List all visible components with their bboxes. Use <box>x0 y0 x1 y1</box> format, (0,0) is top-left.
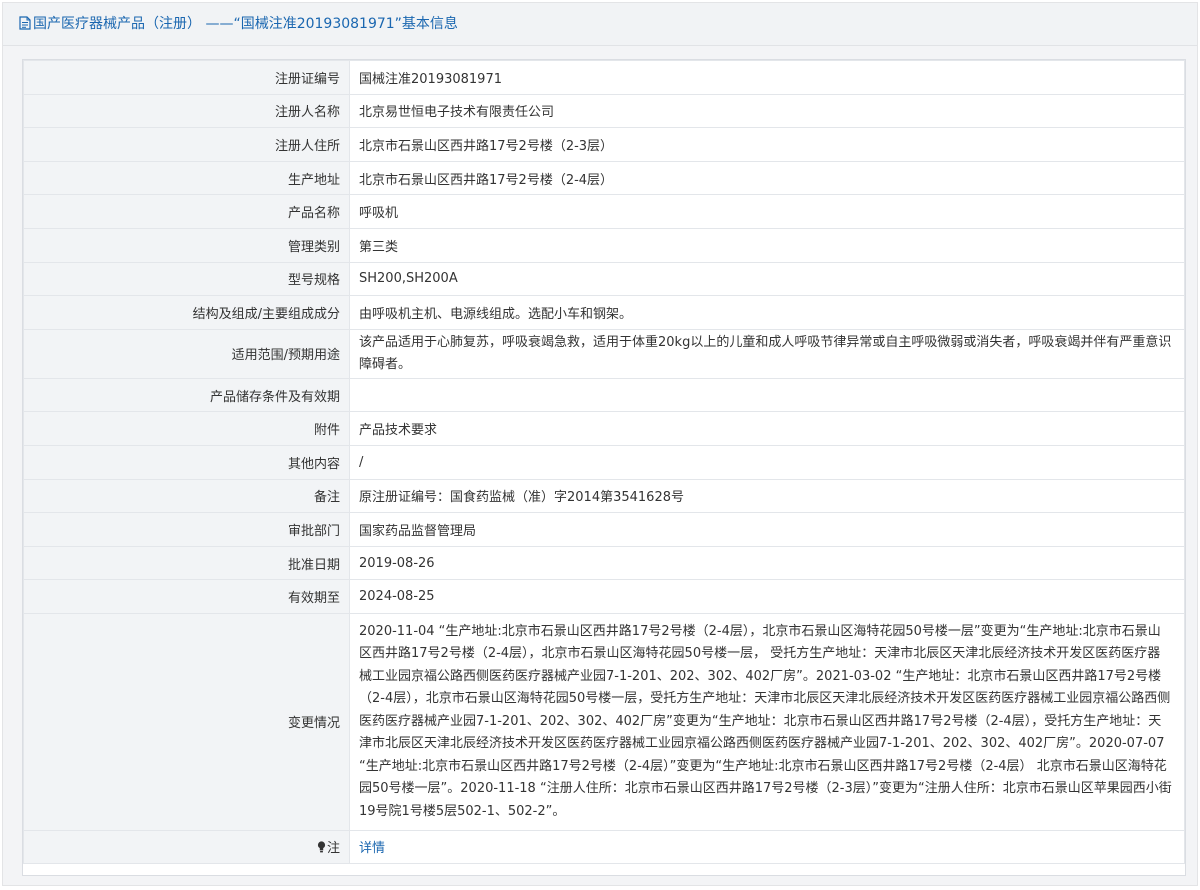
page-title: 国产医疗器械产品（注册） ——“国械注准20193081971”基本信息 <box>33 16 458 32</box>
field-label: 审批部门 <box>23 512 350 547</box>
field-value: 国家药品监督管理局 <box>349 512 1185 547</box>
field-value: / <box>349 444 1185 480</box>
document-icon <box>19 5 31 47</box>
field-label: 型号规格 <box>23 261 350 297</box>
field-value: 2024-08-25 <box>349 579 1185 614</box>
page-title-bar: 国产医疗器械产品（注册） ——“国械注准20193081971”基本信息 <box>3 3 1197 46</box>
field-value: 产品技术要求 <box>349 411 1185 446</box>
note-value-cell: 详情 <box>349 829 1185 864</box>
table-row: 管理类别 第三类 <box>23 227 1185 263</box>
field-label: 附件 <box>23 411 350 446</box>
details-link[interactable]: 详情 <box>359 841 385 856</box>
table-row: 注册人名称 北京易世恒电子技术有限责任公司 <box>23 93 1185 129</box>
table-row: 生产地址 北京市石景山区西井路17号2号楼（2-4层） <box>23 160 1185 196</box>
field-label: 适用范围/预期用途 <box>23 328 350 379</box>
field-value: 该产品适用于心肺复苏，呼吸衰竭急救，适用于体重20kg以上的儿童和成人呼吸节律异… <box>349 328 1185 379</box>
field-value: SH200,SH200A <box>349 261 1185 297</box>
field-label: 有效期至 <box>23 579 350 614</box>
info-table: 注册证编号 国械注准20193081971 注册人名称 北京易世恒电子技术有限责… <box>23 60 1185 864</box>
field-value <box>349 377 1185 413</box>
info-panel: 注册证编号 国械注准20193081971 注册人名称 北京易世恒电子技术有限责… <box>22 59 1186 876</box>
note-label-cell: 注 <box>23 829 350 864</box>
field-value: 北京易世恒电子技术有限责任公司 <box>349 93 1185 129</box>
table-row: 其他内容 / <box>23 444 1185 480</box>
change-history: 2020-11-04 “生产地址:北京市石景山区西井路17号2号楼（2-4层），… <box>349 612 1185 831</box>
table-row: 批准日期 2019-08-26 <box>23 545 1185 581</box>
field-value: 由呼吸机主机、电源线组成。选配小车和钢架。 <box>349 295 1185 330</box>
field-label: 生产地址 <box>23 160 350 196</box>
field-value: 国械注准20193081971 <box>349 60 1185 95</box>
page-container: 国产医疗器械产品（注册） ——“国械注准20193081971”基本信息 注册证… <box>2 2 1198 886</box>
field-label: 注册人名称 <box>23 93 350 129</box>
table-row: 产品名称 呼吸机 <box>23 194 1185 229</box>
field-value: 2019-08-26 <box>349 545 1185 581</box>
table-row: 适用范围/预期用途 该产品适用于心肺复苏，呼吸衰竭急救，适用于体重20kg以上的… <box>23 328 1185 379</box>
table-row: 附件 产品技术要求 <box>23 411 1185 446</box>
table-row: 审批部门 国家药品监督管理局 <box>23 512 1185 547</box>
field-label: 其他内容 <box>23 444 350 480</box>
field-value: 第三类 <box>349 227 1185 263</box>
table-row: 结构及组成/主要组成成分 由呼吸机主机、电源线组成。选配小车和钢架。 <box>23 295 1185 330</box>
field-label: 注册证编号 <box>23 60 350 95</box>
table-row: 变更情况 2020-11-04 “生产地址:北京市石景山区西井路17号2号楼（2… <box>23 612 1185 831</box>
field-label: 管理类别 <box>23 227 350 263</box>
table-row: 注册人住所 北京市石景山区西井路17号2号楼（2-3层） <box>23 127 1185 162</box>
note-row: 注 详情 <box>23 829 1185 864</box>
table-row: 产品储存条件及有效期 <box>23 377 1185 413</box>
table-row: 注册证编号 国械注准20193081971 <box>23 60 1185 95</box>
table-row: 备注 原注册证编号：国食药监械（准）字2014第3541628号 <box>23 478 1185 514</box>
field-label: 备注 <box>23 478 350 514</box>
field-value: 北京市石景山区西井路17号2号楼（2-4层） <box>349 160 1185 196</box>
field-label: 产品储存条件及有效期 <box>23 377 350 413</box>
field-label: 产品名称 <box>23 194 350 229</box>
field-value: 原注册证编号：国食药监械（准）字2014第3541628号 <box>349 478 1185 514</box>
note-label: 注 <box>326 841 340 857</box>
table-row: 型号规格 SH200,SH200A <box>23 261 1185 297</box>
table-row: 有效期至 2024-08-25 <box>23 579 1185 614</box>
field-value: 呼吸机 <box>349 194 1185 229</box>
field-label: 结构及组成/主要组成成分 <box>23 295 350 330</box>
lightbulb-icon <box>317 841 326 853</box>
field-value: 北京市石景山区西井路17号2号楼（2-3层） <box>349 127 1185 162</box>
field-label: 注册人住所 <box>23 127 350 162</box>
field-label: 变更情况 <box>23 612 350 831</box>
field-label: 批准日期 <box>23 545 350 581</box>
